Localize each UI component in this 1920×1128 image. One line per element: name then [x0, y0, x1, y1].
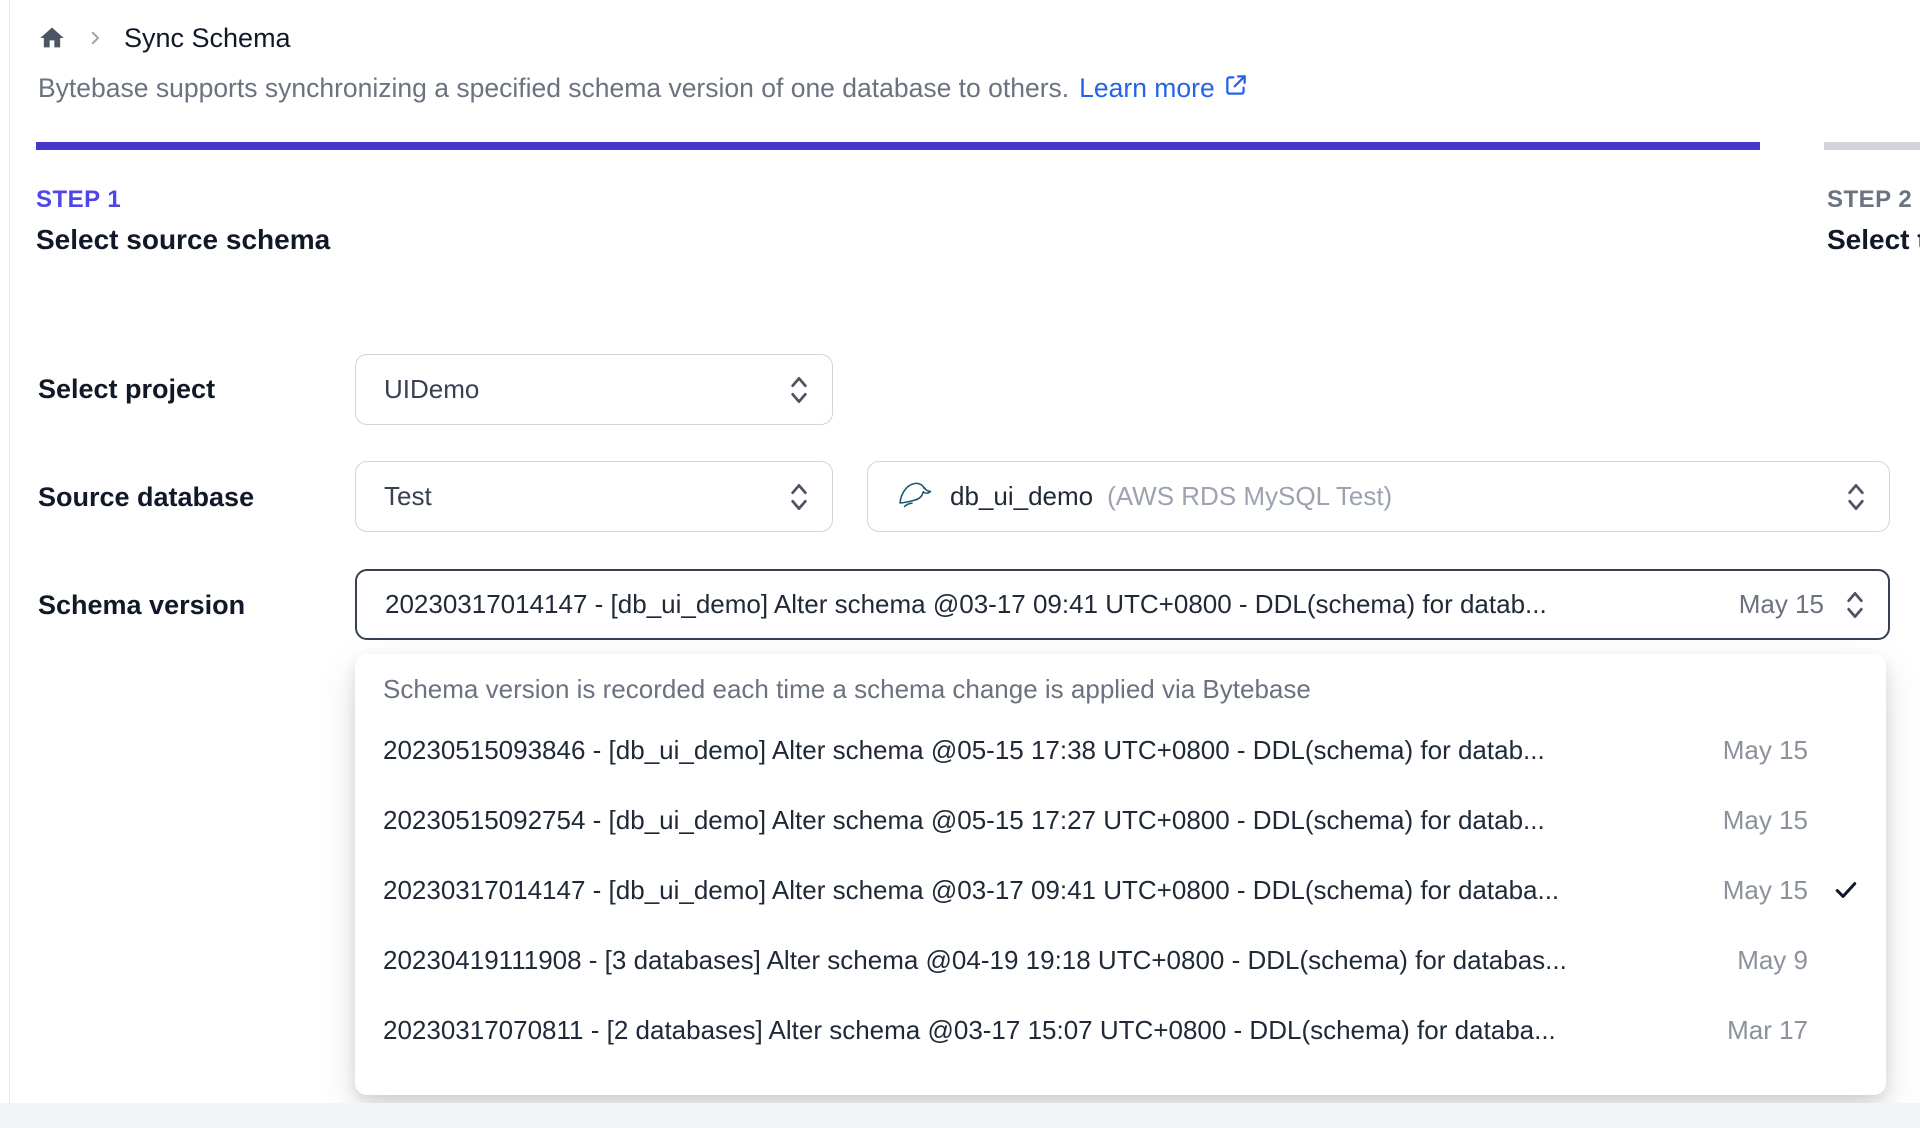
- breadcrumb: Sync Schema: [38, 18, 291, 58]
- step2-header: STEP 2 Select t: [1827, 186, 1920, 256]
- page-description: Bytebase supports synchronizing a specif…: [38, 72, 1249, 105]
- external-link-icon: [1223, 72, 1249, 105]
- updown-chevrons-icon: [788, 372, 810, 408]
- project-select[interactable]: UIDemo: [355, 354, 833, 425]
- source-database-label: Source database: [38, 482, 255, 512]
- list-item[interactable]: 20230317014147 - [db_ui_demo] Alter sche…: [355, 855, 1886, 925]
- updown-chevrons-icon: [1845, 479, 1867, 515]
- chevron-right-icon: [86, 29, 104, 47]
- sync-schema-page: Sync Schema Bytebase supports synchroniz…: [0, 0, 1920, 1128]
- step1-label: STEP 1: [36, 186, 122, 213]
- schema-version-label: Schema version: [38, 590, 246, 620]
- dropdown-hint-text: Schema version is recorded each time a s…: [383, 674, 1311, 704]
- list-item-date: May 15: [1722, 734, 1808, 765]
- step2-title: Select t: [1827, 224, 1920, 255]
- step2-progress-bar: [1824, 142, 1920, 150]
- list-item[interactable]: 20230419111908 - [3 databases] Alter sch…: [355, 925, 1886, 995]
- environment-select-value: Test: [384, 481, 432, 511]
- dropdown-item-list: 20230515093846 - [db_ui_demo] Alter sche…: [355, 715, 1886, 1065]
- updown-chevrons-icon: [788, 479, 810, 515]
- list-item-text: 20230317014147 - [db_ui_demo] Alter sche…: [383, 874, 1560, 905]
- schema-version-select-value: 20230317014147 - [db_ui_demo] Alter sche…: [385, 589, 1547, 619]
- bottom-background-strip: [0, 1103, 1920, 1128]
- list-item-date: May 15: [1722, 874, 1808, 905]
- list-item-text: 20230419111908 - [3 databases] Alter sch…: [383, 944, 1567, 975]
- step1-title: Select source schema: [36, 224, 331, 255]
- check-icon: [1808, 876, 1860, 904]
- list-item-text: 20230515092754 - [db_ui_demo] Alter sche…: [383, 804, 1545, 835]
- learn-more-link[interactable]: Learn more: [1079, 72, 1249, 105]
- list-item-date: Mar 17: [1727, 1014, 1808, 1045]
- schema-version-dropdown: Schema version is recorded each time a s…: [355, 654, 1886, 1095]
- left-panel-divider: [9, 0, 10, 1128]
- page-title: Sync Schema: [124, 22, 291, 53]
- step2-label: STEP 2: [1827, 186, 1913, 213]
- mysql-dolphin-icon: [896, 478, 932, 515]
- list-item-date: May 9: [1737, 944, 1808, 975]
- schema-version-select[interactable]: 20230317014147 - [db_ui_demo] Alter sche…: [355, 569, 1890, 640]
- database-instance-text: (AWS RDS MySQL Test): [1107, 481, 1393, 511]
- step1-progress-bar: [36, 142, 1760, 150]
- list-item-text: 20230317070811 - [2 databases] Alter sch…: [383, 1014, 1556, 1045]
- list-item-text: 20230515093846 - [db_ui_demo] Alter sche…: [383, 734, 1545, 765]
- list-item[interactable]: 20230317070811 - [2 databases] Alter sch…: [355, 995, 1886, 1065]
- list-item-date: May 15: [1722, 804, 1808, 835]
- home-icon[interactable]: [38, 24, 66, 52]
- list-item[interactable]: 20230515093846 - [db_ui_demo] Alter sche…: [355, 715, 1886, 785]
- list-item[interactable]: 20230515092754 - [db_ui_demo] Alter sche…: [355, 785, 1886, 855]
- schema-version-select-date: May 15: [1738, 589, 1824, 619]
- database-select[interactable]: db_ui_demo (AWS RDS MySQL Test): [867, 461, 1890, 532]
- project-select-value: UIDemo: [384, 374, 480, 404]
- description-text: Bytebase supports synchronizing a specif…: [38, 73, 1070, 103]
- select-project-label: Select project: [38, 374, 216, 404]
- updown-chevrons-icon: [1844, 587, 1866, 623]
- step1-header: STEP 1 Select source schema: [36, 186, 330, 256]
- learn-more-label: Learn more: [1079, 73, 1215, 103]
- database-select-value: db_ui_demo: [950, 481, 1094, 511]
- environment-select[interactable]: Test: [355, 461, 833, 532]
